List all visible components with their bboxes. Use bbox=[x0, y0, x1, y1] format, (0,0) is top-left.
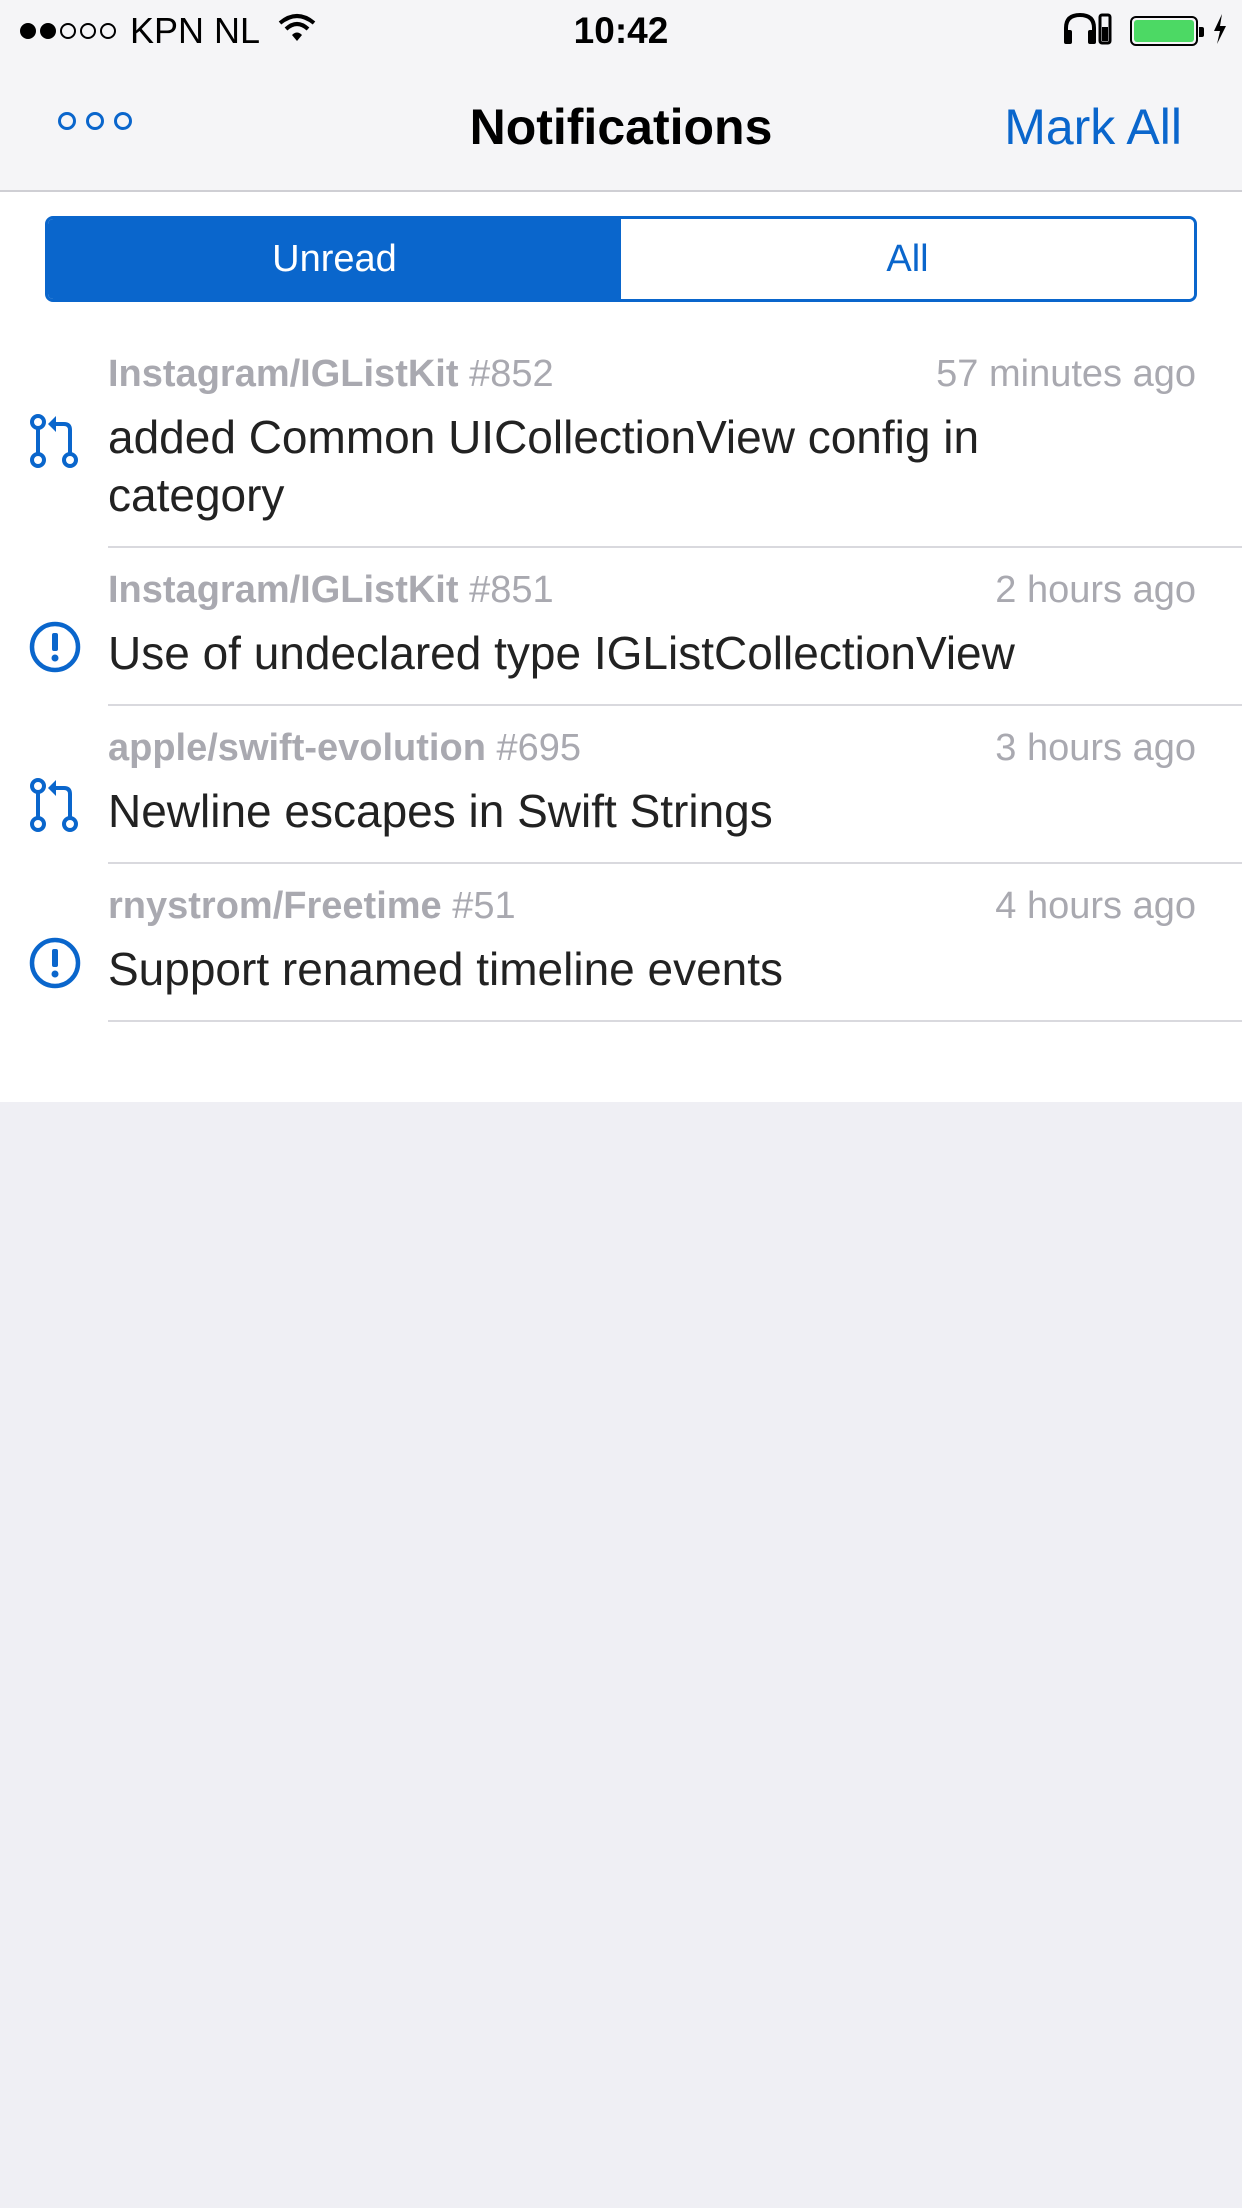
git-pull-request-icon bbox=[28, 776, 82, 834]
charging-bolt-icon bbox=[1212, 13, 1228, 49]
notification-repo: Instagram/IGListKit #852 bbox=[108, 353, 554, 396]
notification-header: Instagram/IGListKit #852 57 minutes ago bbox=[108, 332, 1242, 402]
notification-row[interactable]: Instagram/IGListKit #851 2 hours ago Use… bbox=[0, 548, 1242, 706]
notification-title: Newline escapes in Swift Strings bbox=[108, 785, 773, 837]
status-bar: KPN NL 10:42 bbox=[0, 0, 1242, 60]
repo-name: rnystrom/Freetime bbox=[108, 884, 442, 927]
rotation-lock-icon bbox=[1098, 13, 1112, 50]
navigation-bar: Notifications Mark All bbox=[0, 60, 1242, 192]
notification-repo: rnystrom/Freetime #51 bbox=[108, 885, 516, 928]
notification-header: apple/swift-evolution #695 3 hours ago bbox=[108, 706, 1242, 776]
mark-all-button[interactable]: Mark All bbox=[1004, 98, 1182, 156]
notification-repo: Instagram/IGListKit #851 bbox=[108, 569, 554, 612]
notification-body: Instagram/IGListKit #852 57 minutes ago … bbox=[108, 332, 1242, 548]
notification-header: Instagram/IGListKit #851 2 hours ago bbox=[108, 548, 1242, 618]
notification-header: rnystrom/Freetime #51 4 hours ago bbox=[108, 864, 1242, 934]
notifications-content: Unread All Instagram/IGListKit #852 57 m… bbox=[0, 192, 1242, 1102]
notification-list: Instagram/IGListKit #852 57 minutes ago … bbox=[0, 332, 1242, 1022]
notification-repo: apple/swift-evolution #695 bbox=[108, 727, 581, 770]
issue-number: #51 bbox=[452, 884, 516, 927]
headphones-icon bbox=[1062, 12, 1098, 51]
battery-icon bbox=[1130, 16, 1204, 46]
notification-body: Instagram/IGListKit #851 2 hours ago Use… bbox=[108, 548, 1242, 706]
notification-title: added Common UICollectionView config in … bbox=[108, 411, 980, 521]
notification-body: apple/swift-evolution #695 3 hours ago N… bbox=[108, 706, 1242, 864]
notification-time: 2 hours ago bbox=[995, 568, 1196, 611]
repo-name: apple/swift-evolution bbox=[108, 726, 486, 769]
status-time: 10:42 bbox=[573, 10, 669, 51]
notification-row[interactable]: Instagram/IGListKit #852 57 minutes ago … bbox=[0, 332, 1242, 548]
status-right bbox=[1062, 12, 1228, 50]
notification-title: Support renamed timeline events bbox=[108, 943, 784, 995]
filter-segmented-control: Unread All bbox=[45, 216, 1197, 302]
notification-time: 3 hours ago bbox=[995, 726, 1196, 769]
notification-row[interactable]: apple/swift-evolution #695 3 hours ago N… bbox=[0, 706, 1242, 864]
repo-name: Instagram/IGListKit bbox=[108, 568, 459, 611]
notification-body: rnystrom/Freetime #51 4 hours ago Suppor… bbox=[108, 864, 1242, 1022]
issue-opened-icon bbox=[28, 934, 82, 992]
segment-unread[interactable]: Unread bbox=[48, 219, 621, 299]
repo-name: Instagram/IGListKit bbox=[108, 352, 459, 395]
notification-row[interactable]: rnystrom/Freetime #51 4 hours ago Suppor… bbox=[0, 864, 1242, 1022]
git-pull-request-icon bbox=[28, 412, 82, 470]
issue-opened-icon bbox=[28, 618, 82, 676]
issue-number: #852 bbox=[469, 352, 554, 395]
notification-time: 4 hours ago bbox=[995, 884, 1196, 927]
notification-time: 57 minutes ago bbox=[936, 352, 1196, 395]
issue-number: #851 bbox=[469, 568, 554, 611]
issue-number: #695 bbox=[496, 726, 582, 769]
segment-all[interactable]: All bbox=[621, 219, 1194, 299]
notification-title: Use of undeclared type IGListCollectionV… bbox=[108, 627, 1015, 679]
